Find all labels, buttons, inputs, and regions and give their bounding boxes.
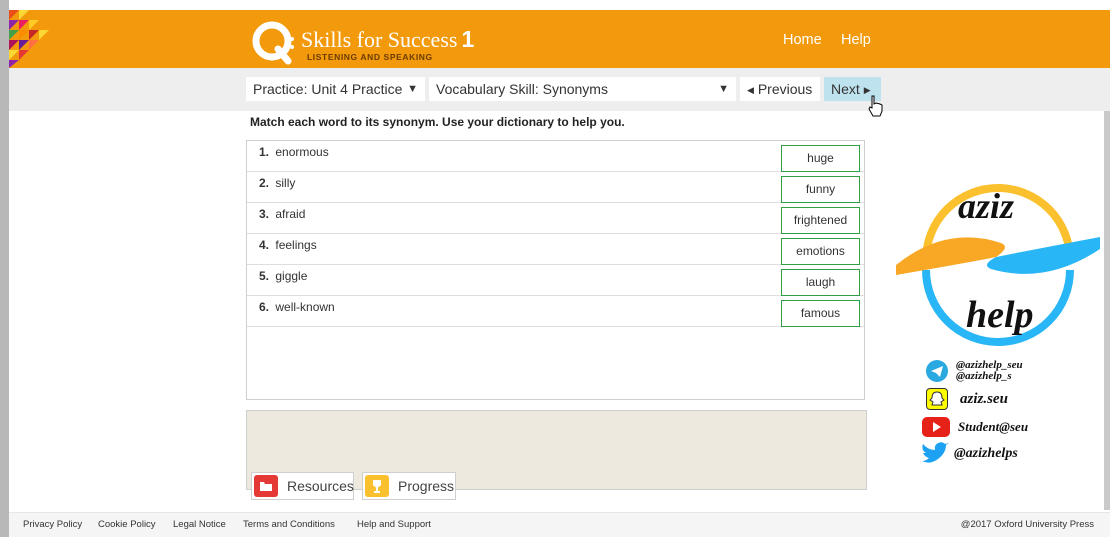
exercise-row: 4. feelings emotions [247,234,864,265]
previous-arrow-icon: ◀ [747,85,754,95]
exercise-instructions: Match each word to its synonym. Use your… [250,115,625,129]
copyright-text: @2017 Oxford University Press [960,519,1094,530]
next-arrow-icon: ▶ [863,85,871,95]
dropdown-arrow-icon: ▼ [407,83,418,95]
watermark-word-bottom: help [966,294,1034,336]
telegram-handles: @azizhelp_seu @azizhelp_s [956,359,1023,382]
app-level: 1 [461,26,475,52]
exercise-word: 4. feelings [259,238,317,252]
dropdown-arrow-icon: ▼ [718,83,729,95]
snapchat-icon [926,388,948,410]
exercise-row: 3. afraid frightened [247,203,864,234]
twitter-icon [920,441,950,467]
skill-select-label: Vocabulary Skill: Synonyms [436,81,608,97]
answer-box[interactable]: emotions [781,238,860,265]
exercise-word: 6. well-known [259,300,335,314]
exercise-word: 1. enormous [259,145,329,159]
app-header: Skills for Success 1 LISTENING AND SPEAKI… [9,10,1110,68]
skill-select[interactable]: Vocabulary Skill: Synonyms ▼ [429,77,736,101]
answer-box[interactable]: frightened [781,207,860,234]
youtube-handle: Student@seu [958,419,1029,434]
twitter-handle: @azizhelps [954,446,1018,461]
youtube-icon [922,417,950,437]
app-subtitle: LISTENING AND SPEAKING [307,52,433,62]
progress-button[interactable]: Progress [362,472,456,500]
help-link[interactable]: Help [841,32,871,48]
home-link[interactable]: Home [783,32,822,48]
exercise-panel: 1. enormous huge 2. silly funny 3. afrai… [246,140,865,400]
answer-box[interactable]: famous [781,300,860,327]
terms-link[interactable]: Terms and Conditions [243,519,335,530]
snapchat-handle: aziz.seu [960,391,1008,407]
app-title: Skills for Success 1 [301,26,475,52]
folder-icon [254,475,278,497]
exercise-row: 6. well-known famous [247,296,864,327]
answer-box[interactable]: laugh [781,269,860,296]
legal-notice-link[interactable]: Legal Notice [173,519,226,530]
practice-select[interactable]: Practice: Unit 4 Practice ▼ [246,77,425,101]
privacy-policy-link[interactable]: Privacy Policy [23,519,82,530]
oxford-triangles-logo [9,10,49,68]
answer-box[interactable]: huge [781,145,860,172]
previous-button[interactable]: ◀ Previous [740,77,820,101]
progress-label: Progress [398,478,455,494]
q-logo-icon [252,21,294,65]
hand-cursor-icon [868,95,883,117]
exercise-word: 5. giggle [259,269,308,283]
previous-label: Previous [757,81,813,97]
page-footer: Privacy Policy Cookie Policy Legal Notic… [9,512,1110,537]
help-support-link[interactable]: Help and Support [357,519,431,530]
exercise-row: 2. silly funny [247,172,864,203]
activity-navbar: Practice: Unit 4 Practice ▼ Vocabulary S… [9,68,1110,111]
exercise-row: 5. giggle laugh [247,265,864,296]
window-left-edge [0,0,9,537]
exercise-word: 3. afraid [259,207,306,221]
answer-box[interactable]: funny [781,176,860,203]
next-label: Next [831,81,860,97]
watermark-word-top: aziz [958,186,1015,226]
trophy-icon [365,475,389,497]
telegram-icon [926,360,948,382]
exercise-row: 1. enormous huge [247,141,864,172]
resources-button[interactable]: Resources [251,472,354,500]
cookie-policy-link[interactable]: Cookie Policy [98,519,156,530]
exercise-word: 2. silly [259,176,296,190]
aziz-help-watermark: aziz help @azizhelp_seu @azizhelp_s aziz… [886,165,1110,475]
resources-label: Resources [287,478,354,494]
practice-select-label: Practice: Unit 4 Practice [253,81,403,97]
